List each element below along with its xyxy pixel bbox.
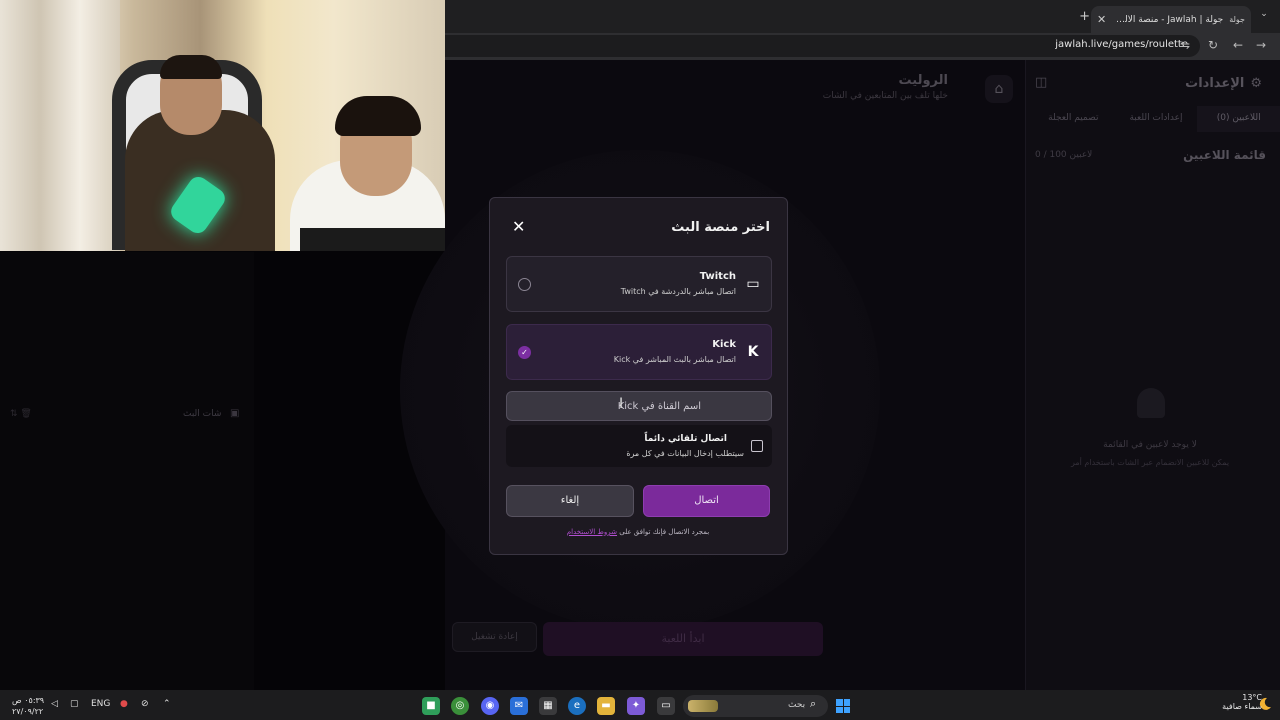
text-cursor-icon: I xyxy=(619,396,624,412)
kick-icon: K xyxy=(747,344,759,360)
back-icon[interactable]: ← xyxy=(1233,38,1243,52)
file-explorer-icon[interactable]: ▬ xyxy=(597,697,615,715)
settings-title: ⚙ الإعدادات xyxy=(1185,76,1262,91)
webcam-hair-left xyxy=(160,55,222,79)
search-placeholder: بحث xyxy=(788,700,806,710)
forward-icon[interactable]: → xyxy=(1256,38,1266,52)
auto-connect-box[interactable]: اتصال تلقائي دائماً سيتطلب إدخال البيانا… xyxy=(506,425,772,467)
store-icon[interactable]: ▦ xyxy=(539,697,557,715)
radio-button[interactable] xyxy=(518,278,531,291)
browser-tab-bar: جولة جولة | Jawlah - منصة الألعاب الت ✕ … xyxy=(445,0,1280,33)
reload-icon[interactable]: ↻ xyxy=(1208,38,1218,52)
players-count: 0 / 100 لاعبين xyxy=(1035,150,1093,160)
cancel-button[interactable]: إلغاء xyxy=(506,485,634,517)
task-view-icon[interactable]: ▭ xyxy=(657,697,675,715)
search-highlight-image xyxy=(688,700,718,712)
platform-name: Kick xyxy=(712,339,736,350)
network-off-icon[interactable]: ⊘ xyxy=(141,699,149,709)
game-title: الروليت xyxy=(898,73,948,88)
terms-prefix: بمجرد الاتصال فإنك توافق على xyxy=(619,528,710,536)
settings-title-text: الإعدادات xyxy=(1185,76,1245,91)
weather-temp: 13°C xyxy=(1242,693,1262,702)
platform-option-twitch[interactable]: ▭ Twitch اتصال مباشر بالدردشة في Twitch xyxy=(506,256,772,312)
search-icon: ⌕ xyxy=(810,697,817,710)
chat-icon: ▣ xyxy=(230,408,240,419)
chrome-icon[interactable]: ◎ xyxy=(451,697,469,715)
plus-icon[interactable]: + xyxy=(1079,9,1090,24)
webcam-hair-right xyxy=(335,96,421,136)
players-list-title: قائمة اللاعبين xyxy=(1183,148,1266,162)
terms-link[interactable]: شروط الاستخدام xyxy=(567,528,617,536)
platform-description: اتصال مباشر بالدردشة في Twitch xyxy=(620,287,736,296)
mail-icon[interactable]: ✉ xyxy=(510,697,528,715)
chat-title: شات البث xyxy=(183,409,222,419)
auto-connect-checkbox[interactable] xyxy=(751,440,763,452)
url-text[interactable]: jawlah.live/games/roulette xyxy=(1055,39,1188,50)
platform-modal: اختر منصة البث ✕ ▭ Twitch اتصال مباشر با… xyxy=(489,197,788,555)
auto-connect-label: اتصال تلقائي دائماً xyxy=(644,434,727,444)
modal-title: اختر منصة البث xyxy=(671,220,770,235)
close-icon[interactable]: ✕ xyxy=(512,217,525,236)
site-settings-icon[interactable]: ⇋ xyxy=(1180,38,1190,52)
empty-players-title: لا يوجد لاعبين في القائمة xyxy=(1103,440,1197,450)
connect-button[interactable]: اتصال xyxy=(643,485,770,517)
tab-title: جولة | Jawlah - منصة الألعاب الت xyxy=(1112,14,1224,25)
collapse-sidebar-icon[interactable]: ◫ xyxy=(1035,75,1047,90)
language-indicator[interactable]: ENG xyxy=(91,699,110,709)
webcam-curtain xyxy=(0,0,120,251)
windows-start-icon[interactable] xyxy=(836,699,850,713)
tab-game-settings[interactable]: إعدادات اللعبة xyxy=(1115,106,1198,132)
auto-connect-description: سيتطلب إدخال البيانات في كل مرة xyxy=(626,449,744,458)
platform-name: Twitch xyxy=(699,271,736,282)
gear-icon: ⚙ xyxy=(1250,76,1262,91)
microphone-icon[interactable]: ● xyxy=(120,699,128,709)
chevron-down-icon[interactable]: ⌄ xyxy=(1256,9,1272,25)
clock-date: ٢٧/٠٩/٢٢ xyxy=(12,707,44,716)
browser-tab[interactable]: جولة جولة | Jawlah - منصة الألعاب الت ✕ xyxy=(1091,6,1251,33)
settings-tabs: اللاعبين (0) إعدادات اللعبة تصميم العجلة xyxy=(1032,106,1280,132)
speaker-icon[interactable]: ◁ xyxy=(51,699,58,709)
tab-wheel-design[interactable]: تصميم العجلة xyxy=(1032,106,1115,132)
webcam-overlay xyxy=(0,0,445,251)
clock-time: ٠٥:٣٩ ص xyxy=(12,696,45,705)
chat-actions-icon[interactable]: ⇅ 🗑 xyxy=(10,409,32,419)
terms-text: بمجرد الاتصال فإنك توافق على شروط الاستخ… xyxy=(510,528,766,536)
tab-players[interactable]: اللاعبين (0) xyxy=(1197,106,1280,132)
home-icon[interactable]: ⌂ xyxy=(985,75,1013,103)
weather-desc: سماء صافية xyxy=(1222,702,1262,711)
user-icon xyxy=(1137,388,1165,418)
chevron-up-icon[interactable]: ⌃ xyxy=(163,699,171,709)
clock[interactable]: ٠٥:٣٩ ص ٢٧/٠٩/٢٢ xyxy=(12,695,44,717)
app-icon[interactable]: ■ xyxy=(422,697,440,715)
start-game-button[interactable]: ابدأ اللعبة xyxy=(543,622,823,656)
webcam-monitor xyxy=(300,228,445,251)
reset-button[interactable]: إعادة تشغيل xyxy=(452,622,537,652)
tab-favicon: جولة xyxy=(1229,15,1245,24)
display-icon[interactable]: ▢ xyxy=(70,699,79,709)
close-tab-icon[interactable]: ✕ xyxy=(1097,13,1106,26)
empty-players-subtitle: يمكن للاعبين الانضمام عبر الشات باستخدام… xyxy=(1070,458,1230,467)
edge-icon[interactable]: e xyxy=(568,697,586,715)
twitch-icon: ▭ xyxy=(746,276,760,292)
radio-button-selected[interactable]: ✓ xyxy=(518,346,531,359)
game-subtitle: خلها تلف بين المتابعين في الشات xyxy=(822,91,948,101)
platform-option-kick[interactable]: K Kick اتصال مباشر بالبث المباشر في Kick… xyxy=(506,324,772,380)
channel-name-input[interactable] xyxy=(506,391,772,421)
platform-description: اتصال مباشر بالبث المباشر في Kick xyxy=(613,355,736,364)
chat-panel xyxy=(0,252,254,690)
copilot-icon[interactable]: ✦ xyxy=(627,697,645,715)
discord-icon[interactable]: ◉ xyxy=(481,697,499,715)
weather-widget[interactable]: 13°C سماء صافية xyxy=(1222,693,1262,711)
